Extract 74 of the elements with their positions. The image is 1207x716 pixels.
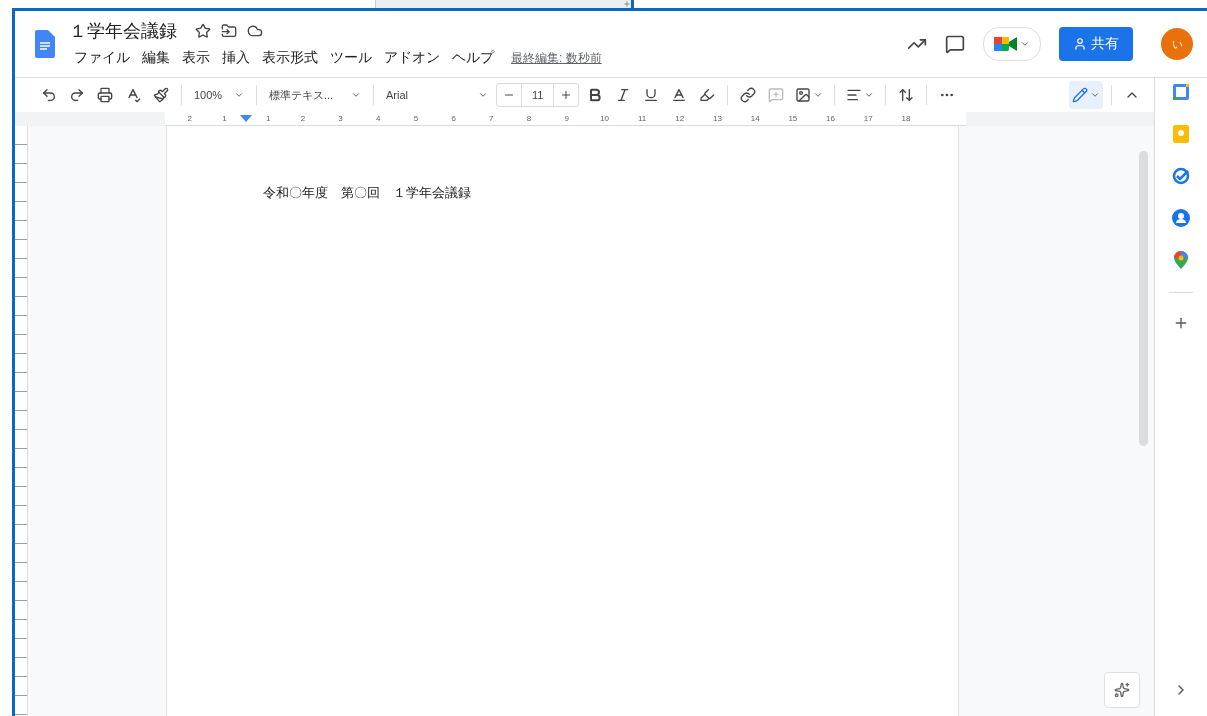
printer-icon xyxy=(97,87,113,103)
ruler-number: 5 xyxy=(412,114,420,123)
caret-icon xyxy=(1020,39,1030,49)
caret-icon xyxy=(1090,90,1100,100)
plus-icon xyxy=(560,89,573,101)
share-button[interactable]: 共有 xyxy=(1059,27,1133,61)
plus-icon[interactable] xyxy=(1173,315,1189,331)
menu-item[interactable]: 挿入 xyxy=(217,47,255,69)
ruler-number: 18 xyxy=(900,114,912,123)
add-comment-icon xyxy=(768,87,785,103)
style-dropdown[interactable]: 標準テキス... xyxy=(265,81,365,109)
star-icon[interactable] xyxy=(195,23,211,39)
tasks-icon[interactable] xyxy=(1171,166,1191,186)
caret-icon xyxy=(234,90,244,100)
ruler-number: 8 xyxy=(525,114,533,123)
meet-button[interactable] xyxy=(983,27,1041,61)
ruler-number: 16 xyxy=(825,114,836,123)
docs-logo xyxy=(35,30,55,58)
ruler-number: 6 xyxy=(450,114,457,123)
document-text: 令和〇年度 第〇回 １学年会議録 xyxy=(263,184,472,202)
menu-item[interactable]: 表示形式 xyxy=(257,47,323,69)
document-title[interactable]: １学年会議録 xyxy=(69,19,177,43)
folder-icon[interactable] xyxy=(221,23,237,39)
font-dropdown[interactable]: Arial xyxy=(382,81,492,109)
ruler-number: 13 xyxy=(712,114,723,123)
ruler-number: 14 xyxy=(749,114,761,123)
menu-item[interactable]: アドオン xyxy=(379,47,445,69)
menu-item[interactable]: ファイル xyxy=(69,47,135,69)
link-icon xyxy=(740,87,757,103)
spellcheck-icon xyxy=(125,87,141,103)
cloud-icon[interactable] xyxy=(247,23,263,39)
highlighter-icon xyxy=(699,87,716,103)
zoom-dropdown[interactable]: 100% xyxy=(190,81,248,109)
map-pin-icon[interactable] xyxy=(1171,250,1191,270)
ruler-number: 3 xyxy=(337,114,344,123)
ruler-number: 10 xyxy=(598,114,610,123)
person-icon xyxy=(1073,37,1087,51)
underline-icon xyxy=(643,87,660,103)
paintbrush-icon xyxy=(153,87,169,103)
comments-icon[interactable] xyxy=(945,34,965,54)
ruler-number: 12 xyxy=(674,114,686,123)
ruler-number: 4 xyxy=(375,114,382,123)
ruler-number: 17 xyxy=(862,114,874,123)
caret-icon xyxy=(813,90,824,100)
explore-button[interactable] xyxy=(1104,672,1140,708)
menu-item[interactable]: ツール xyxy=(325,47,377,69)
ruler-number: 1 xyxy=(221,114,228,123)
menu-item[interactable]: 編集 xyxy=(137,47,175,69)
ruler-number: 1 xyxy=(265,114,272,123)
caret-icon xyxy=(351,90,361,100)
sparkle-icon xyxy=(1114,682,1130,698)
redo-icon xyxy=(69,87,85,103)
ruler-number: 11 xyxy=(636,114,648,123)
calendar-icon[interactable] xyxy=(1171,82,1191,102)
line-spacing-icon xyxy=(898,87,915,103)
pencil-icon xyxy=(1072,87,1088,103)
caret-icon xyxy=(864,90,875,100)
menu-item[interactable]: 表示 xyxy=(177,47,215,69)
ruler-number: 7 xyxy=(488,114,495,123)
video-camera-icon xyxy=(994,35,1018,53)
last-edit-link[interactable]: 最終編集: 数秒前 xyxy=(511,49,602,67)
caret-icon xyxy=(478,90,488,100)
contacts-icon[interactable] xyxy=(1171,208,1191,228)
bold-icon xyxy=(587,87,604,103)
undo-icon xyxy=(41,87,57,103)
align-left-icon xyxy=(846,87,863,103)
ruler-number: 2 xyxy=(186,114,194,123)
editing-mode-button[interactable] xyxy=(1069,81,1103,109)
ruler-number: 2 xyxy=(299,114,307,123)
ruler-number: 9 xyxy=(563,114,570,123)
menu-item[interactable]: ヘルプ xyxy=(447,47,499,69)
image-icon xyxy=(795,87,812,103)
text-color-icon xyxy=(671,87,688,103)
ruler-number: 15 xyxy=(787,114,799,123)
